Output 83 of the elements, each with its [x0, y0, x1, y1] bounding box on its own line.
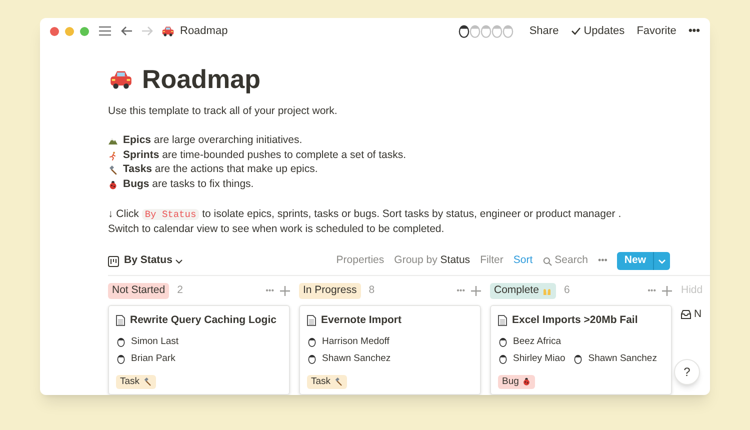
ladybug-icon: [522, 377, 531, 386]
properties-button[interactable]: Properties: [336, 253, 384, 269]
avatar-icon: [457, 23, 472, 40]
hint-text: ↓ Click By Status to isolate epics, sprints, tasks or bugs. Sort tasks by status, engineer or product manager . Switch to calendar view to see when work is scheduled to be completed.: [108, 207, 622, 237]
chevron-down-icon: [658, 258, 666, 264]
hammer-icon: [142, 377, 152, 386]
more-button[interactable]: •••: [688, 22, 700, 40]
avatar-icon: [501, 23, 516, 40]
avatar-icon: [116, 353, 126, 366]
search-button[interactable]: Search: [542, 253, 588, 269]
hammer-icon: [108, 165, 118, 176]
board-card[interactable]: Excel Imports >20Mb Fail Beez Africa Shirley Miao Shawn Sanchez Bug: [490, 305, 672, 395]
car-icon: [161, 24, 175, 38]
board-card[interactable]: Rewrite Query Caching Logic Simon Last Brian Park Task: [108, 305, 290, 395]
type-tag: Bug: [498, 374, 535, 389]
card-count: 2: [177, 283, 183, 298]
document-icon: [307, 315, 316, 326]
type-tag: Task: [116, 374, 156, 389]
bullet-text: Tasks are the actions that make up epics.: [123, 162, 318, 178]
hidden-column-label: Hidd: [681, 283, 703, 298]
board-view-icon: [108, 256, 119, 266]
forward-arrow-icon[interactable]: [141, 26, 153, 36]
help-button[interactable]: ?: [674, 359, 700, 385]
bullet-text: Epics are large overarching initiatives.: [123, 133, 302, 148]
avatar-icon: [307, 336, 317, 348]
mountain-icon: [108, 136, 118, 146]
card-count: 8: [368, 283, 375, 298]
status-tag: In Progress: [299, 283, 361, 299]
more-options-button[interactable]: •••: [598, 254, 608, 268]
status-tag: Not Started: [108, 283, 170, 299]
inbox-icon: [681, 310, 691, 320]
page-title: Roadmap: [142, 66, 260, 92]
person-name: Shawn Sanchez: [322, 352, 391, 366]
runner-icon: [108, 150, 118, 161]
document-icon: [498, 315, 507, 326]
avatar-icon: [490, 23, 504, 40]
bullet-text: Sprints are time-bounded pushes to complete a set of tasks.: [123, 148, 406, 163]
group-by-button[interactable]: Status: [440, 253, 470, 269]
group-by-label: Group by: [394, 254, 438, 266]
favorite-button[interactable]: Favorite: [636, 22, 676, 40]
card-count: 6: [564, 283, 570, 298]
raised-hands-icon: [542, 286, 552, 296]
type-tag: Task: [307, 374, 347, 389]
avatar-icon: [468, 23, 482, 40]
share-button[interactable]: Share: [529, 22, 559, 40]
checkmark-icon: [570, 27, 581, 36]
hammer-icon: [334, 377, 343, 386]
back-arrow-icon[interactable]: [121, 26, 133, 36]
card-title: Evernote Import: [321, 313, 402, 328]
avatar-icon: [498, 353, 508, 366]
view-selector[interactable]: By Status: [124, 253, 184, 269]
search-icon: [542, 256, 552, 266]
plus-icon[interactable]: [471, 286, 481, 296]
person-name: Shawn Sanchez: [588, 352, 657, 366]
board-card[interactable]: Evernote Import Harrison Medoff Shawn Sanchez Task: [299, 305, 481, 395]
card-title: Rewrite Query Caching Logic: [130, 313, 276, 328]
avatar-icon: [479, 23, 494, 40]
intro-text: Use this template to track all of your project work.: [108, 104, 338, 120]
card-title: Excel Imports >20Mb Fail: [512, 313, 638, 328]
filter-button[interactable]: Filter: [480, 253, 504, 269]
avatar-icon: [307, 353, 317, 366]
minimize-button[interactable]: [65, 26, 74, 36]
chevron-down-icon: [175, 258, 184, 264]
updates-button[interactable]: Updates: [570, 22, 625, 40]
person-name: Brian Park: [131, 352, 176, 366]
avatar-icon: [573, 353, 584, 366]
avatar-icon: [498, 336, 508, 348]
status-tag: Complete: [490, 283, 556, 299]
person-name: Simon Last: [131, 335, 179, 350]
menu-icon[interactable]: [99, 26, 111, 36]
plus-icon[interactable]: [662, 286, 672, 296]
document-icon: [116, 315, 125, 326]
hidden-item: N: [694, 307, 702, 322]
bullet-text: Bugs are tasks to fix things.: [123, 176, 254, 192]
avatar-icon: [116, 336, 126, 348]
breadcrumb-title[interactable]: Roadmap: [180, 22, 228, 40]
maximize-button[interactable]: [80, 26, 89, 36]
person-name: Beez Africa: [513, 335, 562, 350]
plus-icon[interactable]: [280, 286, 290, 296]
ladybug-icon: [108, 180, 118, 190]
person-name: Shirley Miao: [513, 352, 566, 366]
person-name: Harrison Medoff: [322, 335, 390, 350]
close-button[interactable]: [50, 26, 59, 36]
